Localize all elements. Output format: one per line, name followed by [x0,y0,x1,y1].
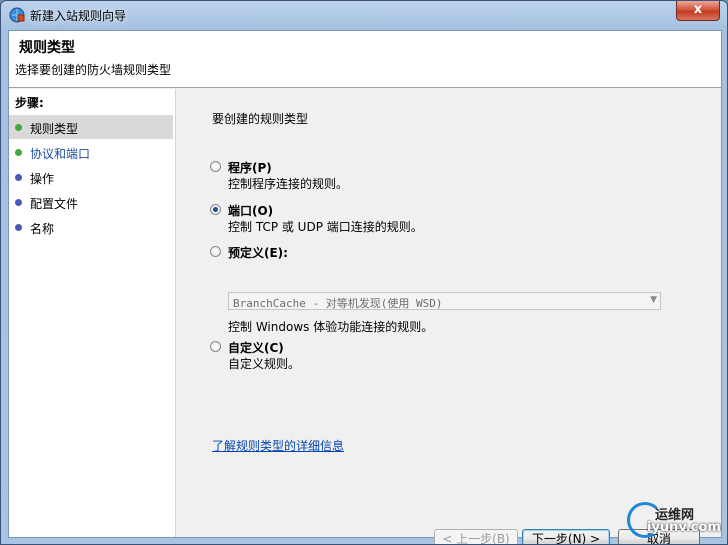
step-label: 配置文件 [30,197,79,211]
radio-port[interactable] [210,204,221,215]
back-button[interactable]: < 上一步(B) [434,529,518,544]
firewall-app-icon [9,7,25,23]
radio-program[interactable] [210,161,221,172]
content-pane: 要创建的规则类型 程序(P) 控制程序连接的规则。 端口(O) 控制 TCP 或… [177,89,721,544]
next-button[interactable]: 下一步(N) > [522,529,610,544]
steps-panel: 步骤: 规则类型 协议和端口 操作 配置文件 名称 [9,89,176,537]
title-bar[interactable]: 新建入站规则向导 x [1,1,727,29]
option-description: 控制 TCP 或 UDP 端口连接的规则。 [228,220,423,234]
step-label: 名称 [30,222,55,236]
option-label[interactable]: 端口(O) [228,202,273,219]
step-status-icon [15,199,22,206]
wizard-client: 规则类型 选择要创建的防火墙规则类型 步骤: 规则类型 协议和端口 操作 配置文… [8,30,722,544]
page-title: 规则类型 [19,40,75,56]
wizard-header: 规则类型 选择要创建的防火墙规则类型 [9,31,721,88]
step-rule-type[interactable]: 规则类型 [9,115,173,139]
option-description: 控制 Windows 体验功能连接的规则。 [228,320,434,334]
predefined-select[interactable]: BranchCache - 对等机发现(使用 WSD) ▼ [228,292,661,310]
option-label[interactable]: 程序(P) [228,159,272,176]
chevron-down-icon: ▼ [650,295,657,305]
step-label: 协议和端口 [30,147,91,161]
option-label[interactable]: 预定义(E): [228,244,288,261]
option-description: 控制程序连接的规则。 [228,177,349,191]
step-name[interactable]: 名称 [9,215,173,239]
radio-custom[interactable] [210,341,221,352]
step-label: 规则类型 [30,122,79,136]
help-link[interactable]: 了解规则类型的详细信息 [212,437,344,454]
radio-predefined[interactable] [210,246,221,257]
step-profile[interactable]: 配置文件 [9,190,173,214]
rule-type-prompt: 要创建的规则类型 [212,112,309,126]
steps-title: 步骤: [15,96,44,110]
step-status-icon [15,124,22,131]
step-protocol-ports[interactable]: 协议和端口 [9,140,173,164]
step-label: 操作 [30,172,55,186]
step-status-icon [15,174,22,181]
window-title: 新建入站规则向导 [30,9,127,23]
close-button[interactable]: x [676,1,720,21]
page-subtitle: 选择要创建的防火墙规则类型 [15,63,172,77]
step-status-icon [15,224,22,231]
step-status-icon [15,149,22,156]
predefined-select-value: BranchCache - 对等机发现(使用 WSD) [233,297,443,310]
option-label[interactable]: 自定义(C) [228,339,284,356]
option-description: 自定义规则。 [228,357,301,371]
close-icon: x [693,2,703,17]
watermark-logo: 运维网 iyunv.com [627,502,723,538]
wizard-window: 新建入站规则向导 x 规则类型 选择要创建的防火墙规则类型 步骤: 规则类型 协… [0,0,728,545]
watermark-en: iyunv.com [647,520,721,535]
step-action[interactable]: 操作 [9,165,173,189]
